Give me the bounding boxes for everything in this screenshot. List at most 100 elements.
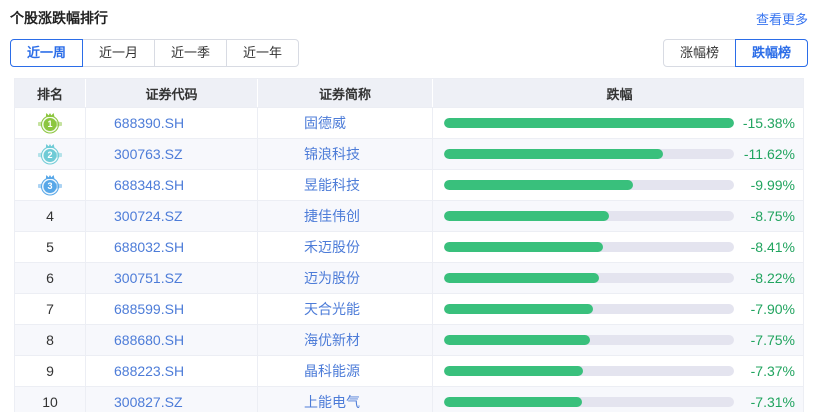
drop-bar-fill: [444, 149, 664, 159]
gainers-board-button[interactable]: 涨幅榜: [663, 39, 736, 67]
drop-percent: -9.99%: [750, 177, 795, 193]
view-more-link[interactable]: 查看更多: [756, 9, 808, 28]
rank-cell: 2: [15, 139, 86, 169]
rank-number: 4: [15, 201, 86, 231]
tab-last-quarter[interactable]: 近一季: [154, 39, 227, 67]
drop-bar-fill: [444, 304, 594, 314]
drop-percent: -11.62%: [743, 146, 795, 162]
drop-percent: -8.22%: [750, 270, 795, 286]
stock-code[interactable]: 688223.SH: [86, 356, 258, 386]
drop-bar-fill: [444, 180, 633, 190]
drop-bar-track: [444, 149, 734, 159]
table-row[interactable]: 3 688348.SH 昱能科技 -9.99%: [15, 169, 803, 200]
rank-number: 9: [15, 356, 86, 386]
table-row[interactable]: 4 300724.SZ 捷佳伟创 -8.75%: [15, 200, 803, 231]
stock-name[interactable]: 昱能科技: [258, 170, 433, 200]
stock-ranking-panel: 个股涨跌幅排行 查看更多 近一周 近一月 近一季 近一年 涨幅榜 跌幅榜 排名 …: [0, 0, 818, 412]
rank-number: 5: [15, 232, 86, 262]
stock-code[interactable]: 300763.SZ: [86, 139, 258, 169]
tab-last-month[interactable]: 近一月: [82, 39, 155, 67]
drop-cell: -9.99%: [433, 170, 803, 200]
drop-cell: -7.37%: [433, 356, 803, 386]
drop-cell: -7.31%: [433, 387, 803, 412]
board-toggle-group: 涨幅榜 跌幅榜: [663, 39, 808, 67]
rank-number: 8: [15, 325, 86, 355]
stock-name[interactable]: 海优新材: [258, 325, 433, 355]
filter-row: 近一周 近一月 近一季 近一年 涨幅榜 跌幅榜: [10, 39, 808, 67]
rank-number: 1: [43, 118, 57, 131]
table-row[interactable]: 2 300763.SZ 锦浪科技 -11.62%: [15, 138, 803, 169]
table-row[interactable]: 5 688032.SH 禾迈股份 -8.41%: [15, 231, 803, 262]
gold-medal-icon: 1: [37, 114, 63, 132]
drop-bar-track: [444, 242, 734, 252]
drop-percent: -7.90%: [750, 301, 795, 317]
drop-percent: -7.75%: [750, 332, 795, 348]
drop-bar-track: [444, 335, 734, 345]
stock-name[interactable]: 锦浪科技: [258, 139, 433, 169]
tab-last-week[interactable]: 近一周: [10, 39, 83, 67]
table-row[interactable]: 1 688390.SH 固德威 -15.38%: [15, 107, 803, 138]
drop-bar-fill: [444, 366, 583, 376]
drop-bar-track: [444, 397, 734, 407]
drop-bar-track: [444, 366, 734, 376]
table-row[interactable]: 9 688223.SH 晶科能源 -7.37%: [15, 355, 803, 386]
drop-bar-track: [444, 118, 734, 128]
col-header-name: 证券简称: [258, 79, 433, 107]
rank-number: 10: [15, 387, 86, 412]
table-row[interactable]: 6 300751.SZ 迈为股份 -8.22%: [15, 262, 803, 293]
ranking-table: 排名 证券代码 证券简称 跌幅 1 688390.SH 固德威 -15.38% …: [14, 78, 804, 412]
stock-name[interactable]: 天合光能: [258, 294, 433, 324]
drop-bar-track: [444, 304, 734, 314]
stock-code[interactable]: 688680.SH: [86, 325, 258, 355]
drop-percent: -15.38%: [742, 115, 795, 131]
drop-bar-fill: [444, 335, 591, 345]
drop-cell: -8.22%: [433, 263, 803, 293]
stock-code[interactable]: 688390.SH: [86, 108, 258, 138]
drop-percent: -7.37%: [750, 363, 795, 379]
table-row[interactable]: 7 688599.SH 天合光能 -7.90%: [15, 293, 803, 324]
drop-bar-track: [444, 180, 734, 190]
col-header-code: 证券代码: [86, 79, 258, 107]
drop-bar-fill: [444, 273, 599, 283]
drop-cell: -7.75%: [433, 325, 803, 355]
table-header-row: 排名 证券代码 证券简称 跌幅: [15, 79, 803, 107]
drop-percent: -8.41%: [750, 239, 795, 255]
drop-cell: -8.75%: [433, 201, 803, 231]
page-title: 个股涨跌幅排行: [10, 10, 108, 26]
rank-number: 3: [43, 180, 57, 193]
drop-cell: -7.90%: [433, 294, 803, 324]
stock-name[interactable]: 迈为股份: [258, 263, 433, 293]
bronze-medal-icon: 3: [37, 176, 63, 194]
drop-percent: -7.31%: [750, 394, 795, 410]
rank-cell: 1: [15, 108, 86, 138]
stock-name[interactable]: 晶科能源: [258, 356, 433, 386]
drop-percent: -8.75%: [750, 208, 795, 224]
table-row[interactable]: 10 300827.SZ 上能电气 -7.31%: [15, 386, 803, 412]
stock-name[interactable]: 固德威: [258, 108, 433, 138]
table-row[interactable]: 8 688680.SH 海优新材 -7.75%: [15, 324, 803, 355]
drop-bar-fill: [444, 211, 609, 221]
stock-name[interactable]: 捷佳伟创: [258, 201, 433, 231]
silver-medal-icon: 2: [37, 145, 63, 163]
stock-name[interactable]: 禾迈股份: [258, 232, 433, 262]
rank-number: 7: [15, 294, 86, 324]
rank-number: 6: [15, 263, 86, 293]
drop-cell: -11.62%: [433, 139, 803, 169]
stock-code[interactable]: 300827.SZ: [86, 387, 258, 412]
stock-code[interactable]: 300751.SZ: [86, 263, 258, 293]
drop-bar-track: [444, 273, 734, 283]
losers-board-button[interactable]: 跌幅榜: [735, 39, 808, 67]
panel-header: 个股涨跌幅排行 查看更多: [0, 0, 818, 28]
stock-name[interactable]: 上能电气: [258, 387, 433, 412]
drop-bar-track: [444, 211, 734, 221]
col-header-rank: 排名: [15, 79, 86, 107]
stock-code[interactable]: 688348.SH: [86, 170, 258, 200]
rank-cell: 3: [15, 170, 86, 200]
stock-code[interactable]: 300724.SZ: [86, 201, 258, 231]
tab-last-year[interactable]: 近一年: [226, 39, 299, 67]
col-header-drop: 跌幅: [606, 86, 633, 102]
stock-code[interactable]: 688032.SH: [86, 232, 258, 262]
stock-code[interactable]: 688599.SH: [86, 294, 258, 324]
rank-number: 2: [43, 149, 57, 162]
drop-bar-fill: [444, 118, 734, 128]
